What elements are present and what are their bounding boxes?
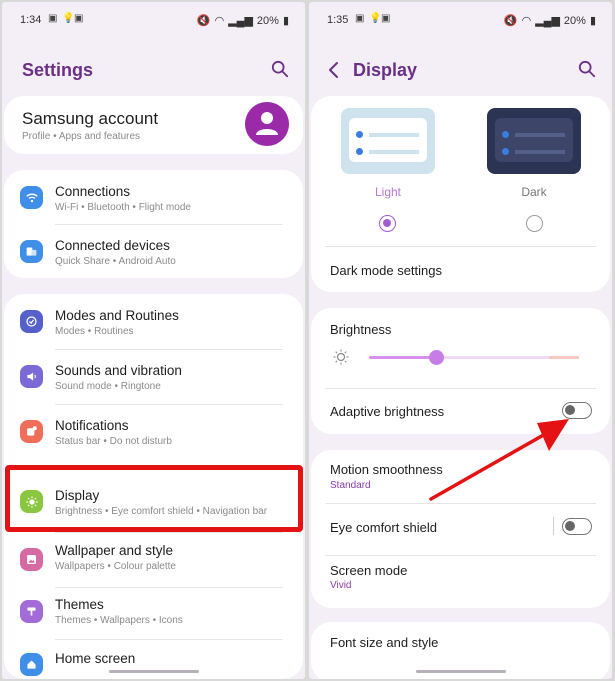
brightness-slider[interactable] bbox=[369, 350, 579, 365]
eye-comfort-toggle[interactable] bbox=[562, 518, 592, 535]
list-item-notifications[interactable]: Notifications Status bar • Do not distur… bbox=[4, 404, 303, 459]
speaker-icon bbox=[20, 365, 43, 388]
eye-comfort-row[interactable]: Eye comfort shield bbox=[311, 503, 610, 555]
light-theme-preview[interactable] bbox=[341, 108, 435, 174]
list-item-sub: Wallpapers • Colour palette bbox=[55, 561, 176, 572]
list-item-label: Connections bbox=[55, 184, 131, 199]
settings-screen: 1:34 ▣ 💡 ▣ 🔇 ◠ ▂▄▆ 20% ▮ Settings Samsun… bbox=[2, 2, 305, 679]
battery-text: 20% bbox=[256, 14, 279, 27]
battery-text: 20% bbox=[563, 14, 586, 27]
divider bbox=[325, 246, 596, 247]
back-arrow-icon[interactable] bbox=[327, 61, 339, 79]
list-item-sub: Status bar • Do not disturb bbox=[55, 436, 172, 447]
motion-smoothness-value: Standard bbox=[330, 480, 371, 491]
display-highlight-box bbox=[5, 465, 303, 532]
list-item-home-screen[interactable]: Home screen bbox=[4, 639, 303, 679]
list-item-wallpaper[interactable]: Wallpaper and style Wallpapers • Colour … bbox=[4, 532, 303, 587]
brightness-fill bbox=[369, 356, 436, 359]
person-icon bbox=[256, 112, 278, 135]
app-notification-icon: ▣ bbox=[74, 13, 84, 24]
signal-icon: ▂▄▆ bbox=[535, 15, 560, 27]
account-title: Samsung account bbox=[22, 109, 159, 128]
gallery-notification-icon: ▣ bbox=[355, 13, 365, 24]
home-icon bbox=[20, 653, 43, 676]
display-screen: 1:35 ▣ 💡 ▣ 🔇 ◠ ▂▄▆ 20% ▮ Display Light D… bbox=[309, 2, 612, 679]
status-bar: 1:35 ▣ 💡 ▣ 🔇 ◠ ▂▄▆ 20% ▮ bbox=[309, 2, 612, 36]
account-subtitle: Profile • Apps and features bbox=[22, 131, 141, 142]
screen-mode-row[interactable]: Screen mode Vivid bbox=[311, 555, 610, 608]
list-item-modes-routines[interactable]: Modes and Routines Modes • Routines bbox=[4, 294, 303, 349]
gallery-notification-icon: ▣ bbox=[48, 13, 58, 24]
page-title: Display bbox=[353, 60, 418, 80]
home-indicator bbox=[108, 670, 199, 673]
battery-icon: ▮ bbox=[282, 15, 289, 27]
eye-comfort-label: Eye comfort shield bbox=[330, 520, 437, 535]
wifi-settings-icon bbox=[20, 186, 43, 209]
divider bbox=[325, 388, 596, 389]
samsung-account-card[interactable]: Samsung account Profile • Apps and featu… bbox=[4, 96, 303, 154]
list-item-label: Connected devices bbox=[55, 238, 170, 253]
list-item-themes[interactable]: Themes Themes • Wallpapers • Icons bbox=[4, 587, 303, 642]
wallpaper-icon bbox=[20, 548, 43, 571]
brightness-label: Brightness bbox=[330, 322, 392, 337]
list-item-sub: Wi-Fi • Bluetooth • Flight mode bbox=[55, 202, 191, 213]
search-icon[interactable] bbox=[578, 60, 596, 78]
list-item-label: Themes bbox=[55, 597, 104, 612]
home-indicator bbox=[415, 670, 506, 673]
list-item-sub: Themes • Wallpapers • Icons bbox=[55, 615, 183, 626]
brightness-knob[interactable] bbox=[429, 350, 444, 365]
brush-icon bbox=[20, 600, 43, 623]
dark-theme-preview[interactable] bbox=[487, 108, 581, 174]
devices-icon bbox=[20, 240, 43, 263]
annotation-arrow bbox=[429, 419, 569, 501]
list-item-sub: Modes • Routines bbox=[55, 326, 134, 337]
list-item-label: Modes and Routines bbox=[55, 308, 179, 323]
check-circle-icon bbox=[20, 310, 43, 333]
signal-icon: ▂▄▆ bbox=[228, 15, 253, 27]
notification-icon bbox=[20, 420, 43, 443]
screen-mode-value: Vivid bbox=[330, 580, 352, 591]
list-item-label: Notifications bbox=[55, 418, 129, 433]
light-theme-label: Light bbox=[374, 185, 402, 199]
brightness-low-icon bbox=[333, 349, 349, 365]
dark-radio[interactable] bbox=[526, 215, 543, 232]
list-item-sub: Sound mode • Ringtone bbox=[55, 381, 161, 392]
screen-mode-label: Screen mode bbox=[330, 563, 408, 578]
list-item-label: Sounds and vibration bbox=[55, 363, 182, 378]
bulb-notification-icon: 💡 bbox=[62, 13, 75, 24]
mute-icon: 🔇 bbox=[196, 15, 211, 27]
font-size-style[interactable]: Font size and style bbox=[330, 635, 438, 650]
bulb-notification-icon: 💡 bbox=[369, 13, 382, 24]
mute-icon: 🔇 bbox=[503, 15, 518, 27]
separator-line bbox=[553, 517, 554, 535]
wifi-icon: ◠ bbox=[214, 15, 225, 27]
theme-card: Light Dark Dark mode settings bbox=[311, 96, 610, 292]
list-item-label: Wallpaper and style bbox=[55, 543, 174, 558]
status-time: 1:34 bbox=[20, 14, 42, 26]
list-item-connected-devices[interactable]: Connected devices Quick Share • Android … bbox=[4, 224, 303, 278]
list-item-sub: Quick Share • Android Auto bbox=[55, 256, 176, 267]
search-icon[interactable] bbox=[271, 60, 289, 78]
dark-mode-settings[interactable]: Dark mode settings bbox=[330, 263, 442, 278]
wifi-icon: ◠ bbox=[521, 15, 532, 27]
status-bar: 1:34 ▣ 💡 ▣ 🔇 ◠ ▂▄▆ 20% ▮ bbox=[2, 2, 305, 36]
list-item-sounds-vibration[interactable]: Sounds and vibration Sound mode • Ringto… bbox=[4, 349, 303, 404]
status-time: 1:35 bbox=[327, 14, 349, 26]
battery-icon: ▮ bbox=[589, 15, 596, 27]
list-item-connections[interactable]: Connections Wi-Fi • Bluetooth • Flight m… bbox=[4, 170, 303, 224]
connections-group: Connections Wi-Fi • Bluetooth • Flight m… bbox=[4, 170, 303, 278]
app-notification-icon: ▣ bbox=[381, 13, 391, 24]
page-title: Settings bbox=[22, 60, 94, 80]
light-radio[interactable] bbox=[379, 215, 396, 232]
dark-theme-label: Dark bbox=[521, 185, 547, 199]
list-item-label: Home screen bbox=[55, 651, 136, 666]
avatar[interactable] bbox=[245, 102, 289, 146]
